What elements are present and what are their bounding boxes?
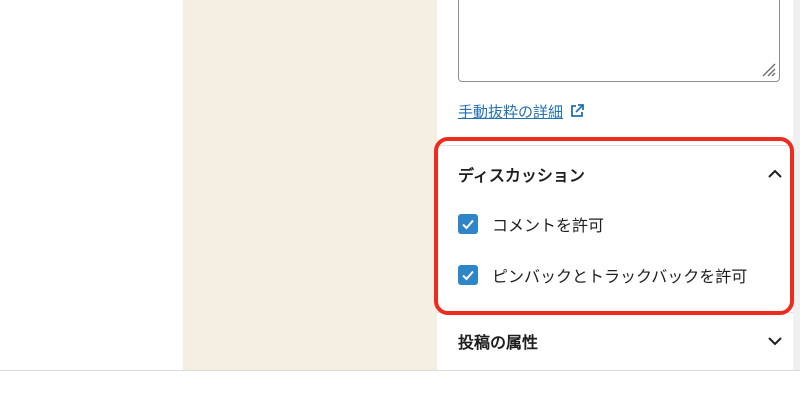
editor-left-area <box>0 0 183 370</box>
allow-comments-option[interactable]: コメントを許可 <box>458 213 604 235</box>
chevron-up-icon[interactable] <box>766 165 784 183</box>
checkmark-icon <box>462 270 474 281</box>
excerpt-link-label[interactable]: 手動抜粋の詳細 <box>458 101 563 122</box>
post-attributes-panel-title: 投稿の属性 <box>458 333 539 352</box>
post-attributes-panel-toggle[interactable]: 投稿の属性 <box>458 327 784 355</box>
sidebar-scrollbar[interactable] <box>793 0 800 370</box>
external-link-icon <box>571 104 584 117</box>
excerpt-learn-more-link[interactable]: 手動抜粋の詳細 <box>458 99 585 123</box>
allow-comments-checkbox[interactable] <box>458 214 478 234</box>
discussion-panel-title: ディスカッション <box>458 166 585 185</box>
editor-canvas[interactable] <box>183 0 437 370</box>
allow-pingbacks-checkbox[interactable] <box>458 265 478 285</box>
excerpt-textarea[interactable] <box>458 0 780 82</box>
allow-comments-label[interactable]: コメントを許可 <box>492 212 604 236</box>
allow-pingbacks-label[interactable]: ピンバックとトラックバックを許可 <box>492 263 747 287</box>
checkmark-icon <box>462 219 474 230</box>
panel-divider <box>437 312 793 313</box>
editor-footer-bar <box>0 370 800 401</box>
chevron-down-icon[interactable] <box>766 332 784 350</box>
allow-pingbacks-option[interactable]: ピンバックとトラックバックを許可 <box>458 264 747 286</box>
discussion-panel-toggle[interactable]: ディスカッション <box>458 160 784 188</box>
panel-divider <box>437 145 793 146</box>
